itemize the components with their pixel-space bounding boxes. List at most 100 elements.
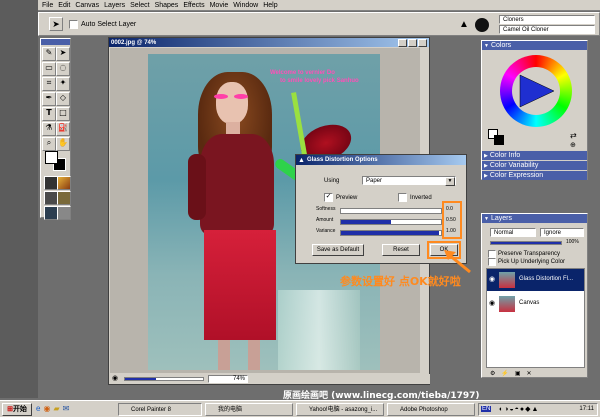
zoom-level[interactable]: 74% <box>208 375 248 383</box>
color-info-title: Color Info <box>489 152 521 159</box>
dialog-title: Glass Distortion Options <box>306 157 378 163</box>
zoom-icon[interactable]: ⌕ <box>42 137 56 151</box>
hand-icon[interactable]: ✋ <box>56 137 70 151</box>
opacity-value[interactable]: 100% <box>566 239 579 245</box>
variance-slider[interactable] <box>340 230 442 236</box>
close-button[interactable] <box>418 38 427 47</box>
reset-button[interactable]: Reset <box>382 244 420 256</box>
expand-triangle-icon[interactable]: ▶ <box>484 163 488 169</box>
layer-name: Glass Distortion Fl... <box>519 276 574 282</box>
navigator-icon[interactable]: ◉ <box>112 375 121 383</box>
rectangle-icon[interactable]: □ <box>56 107 70 121</box>
expand-triangle-icon[interactable]: ▶ <box>484 153 488 159</box>
using-select[interactable]: Paper ▼ <box>362 176 456 186</box>
lang-indicator[interactable]: EN <box>481 406 492 412</box>
dialog-titlebar: ▲ Glass Distortion Options <box>296 155 466 165</box>
menu-help[interactable]: Help <box>263 2 277 9</box>
menu-file[interactable]: File <box>42 2 53 9</box>
layer-thumbnail <box>499 296 515 312</box>
composite-depth-select[interactable]: Ignore <box>540 228 584 237</box>
eye-icon[interactable]: ◉ <box>489 275 495 283</box>
crop-icon[interactable]: ⌗ <box>42 77 56 91</box>
main-color-swatch[interactable] <box>45 151 58 164</box>
layer-row-canvas[interactable]: ◉ Canvas <box>487 293 584 315</box>
brush-category[interactable]: Cloners <box>499 15 595 24</box>
menu-layers[interactable]: Layers <box>104 2 125 9</box>
dropper-icon[interactable]: ⚗ <box>42 122 56 136</box>
brush-tool-icon[interactable]: ✎ <box>42 47 56 61</box>
weaving-selector-icon[interactable] <box>57 206 71 220</box>
start-button[interactable]: ⊞开始 <box>2 403 32 416</box>
pen-icon[interactable]: ✒ <box>42 92 56 106</box>
eye-icon[interactable]: ◉ <box>489 299 495 307</box>
select-arrow-icon[interactable]: ➤ <box>56 47 70 61</box>
colors-panel-title: ▼ Colors <box>482 41 587 50</box>
expand-triangle-icon[interactable]: ▶ <box>484 173 488 179</box>
gradient-selector-icon[interactable] <box>57 176 71 190</box>
clone-color-icon[interactable]: ⊕ <box>570 141 576 149</box>
text-icon[interactable]: T <box>42 107 56 121</box>
task-photoshop[interactable]: Adobe Photoshop <box>387 403 475 416</box>
menu-movie[interactable]: Movie <box>210 2 229 9</box>
paint-bucket-icon[interactable]: ⛽ <box>56 122 70 136</box>
menu-select[interactable]: Select <box>130 2 149 9</box>
minimize-button[interactable] <box>398 38 407 47</box>
preserve-transparency-checkbox[interactable] <box>488 250 496 258</box>
media-icon[interactable]: ◉ <box>43 404 50 413</box>
chevron-down-icon[interactable]: ▼ <box>445 177 455 186</box>
task-corel-painter[interactable]: Corel Painter 8 <box>118 403 202 416</box>
pattern-selector-icon[interactable] <box>44 191 58 205</box>
outlook-icon[interactable]: ✉ <box>63 404 70 413</box>
rect-select-icon[interactable]: ▭ <box>42 62 56 76</box>
look-selector-icon[interactable] <box>44 206 58 220</box>
document-scrollbar[interactable] <box>124 377 204 381</box>
lasso-icon[interactable]: ◌ <box>56 62 70 76</box>
layers-title-text: Layers <box>490 215 512 222</box>
color-wheel[interactable] <box>500 55 572 127</box>
start-label: 开始 <box>12 406 27 413</box>
nozzle-selector-icon[interactable] <box>57 191 71 205</box>
task-yahoo[interactable]: Yahoo!电脑 - asazong_i... <box>296 403 384 416</box>
brush-category-icon[interactable]: ▲ <box>457 17 471 33</box>
color-variability-panel[interactable]: ▶ Color Variability <box>482 161 587 170</box>
color-swap-icon[interactable]: ⇄ <box>570 131 577 140</box>
save-default-button[interactable]: Save as Default <box>312 244 364 256</box>
menu-edit[interactable]: Edit <box>58 2 70 9</box>
magic-wand-icon[interactable]: ✦ <box>56 77 70 91</box>
inverted-checkbox[interactable] <box>398 193 407 202</box>
color-expression-panel[interactable]: ▶ Color Expression <box>482 171 587 180</box>
layer-row-glass[interactable]: ◉ Glass Distortion Fl... <box>487 269 584 291</box>
new-layer-icon[interactable]: ▣ <box>515 370 521 377</box>
delete-layer-icon[interactable]: ✕ <box>527 370 532 377</box>
preview-checkbox[interactable]: ✓ <box>324 193 333 202</box>
layers-panel-title: ▼ Layers <box>482 214 587 223</box>
composite-method-select[interactable]: Normal <box>490 228 536 237</box>
softness-slider[interactable] <box>340 208 442 214</box>
auto-select-checkbox[interactable] <box>69 20 78 29</box>
layer-command-icon[interactable]: ⚙ <box>490 370 495 377</box>
opacity-slider[interactable] <box>490 241 562 245</box>
brush-selector[interactable]: ▲ Cloners Camel Oil Cloner <box>457 15 597 35</box>
menu-window[interactable]: Window <box>233 2 258 9</box>
collapse-triangle-icon[interactable]: ▼ <box>484 216 489 222</box>
collapse-triangle-icon[interactable]: ▼ <box>484 43 489 49</box>
task-my-computer[interactable]: 我的电脑 <box>205 403 293 416</box>
brush-variant[interactable]: Camel Oil Cloner <box>499 25 595 34</box>
maximize-button[interactable] <box>408 38 417 47</box>
amount-slider[interactable] <box>340 219 442 225</box>
pick-up-color-checkbox[interactable] <box>488 258 496 266</box>
menu-shapes[interactable]: Shapes <box>155 2 179 9</box>
brush-dot-icon[interactable] <box>475 18 489 32</box>
folder-icon[interactable]: ▰ <box>53 404 59 413</box>
menu-effects[interactable]: Effects <box>183 2 204 9</box>
paper-selector-icon[interactable] <box>44 176 58 190</box>
arrow-tool-icon[interactable]: ➤ <box>49 17 63 31</box>
shape-icon[interactable]: ◇ <box>56 92 70 106</box>
ie-icon[interactable]: e <box>36 404 40 413</box>
poster-text-2: to smile lovely pick Sanhuo <box>280 78 359 84</box>
color-info-panel[interactable]: ▶ Color Info <box>482 151 587 160</box>
clock: 17:11 <box>579 406 594 412</box>
dynamic-plugins-icon[interactable]: ⚡ <box>501 370 508 377</box>
menu-canvas[interactable]: Canvas <box>75 2 99 9</box>
colors-additional-swatch[interactable] <box>494 135 504 145</box>
